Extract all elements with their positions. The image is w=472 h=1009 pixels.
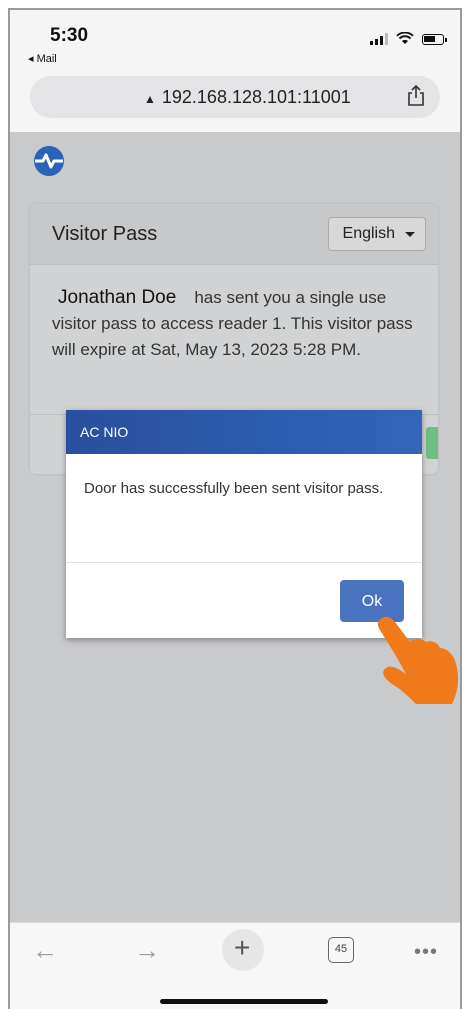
tab-count-button[interactable]: 45 bbox=[328, 937, 354, 963]
browser-toolbar: ← → + 45 ••• bbox=[10, 922, 460, 1009]
address-bar[interactable]: ▲ 192.168.128.101:11001 bbox=[30, 76, 440, 118]
share-icon[interactable] bbox=[406, 85, 426, 107]
status-bar: 5:30 ◂ Mail bbox=[10, 10, 460, 70]
url-text: 192.168.128.101:11001 bbox=[161, 87, 351, 107]
logo-icon bbox=[34, 146, 64, 176]
language-dropdown[interactable]: English bbox=[327, 217, 426, 251]
card-title: Visitor Pass bbox=[52, 223, 158, 245]
card-header: Visitor Pass English bbox=[30, 204, 438, 265]
open-door-button[interactable] bbox=[426, 427, 438, 459]
status-icons bbox=[370, 32, 447, 45]
status-time: 5:30 bbox=[50, 25, 89, 46]
new-tab-button[interactable]: + bbox=[222, 929, 264, 971]
card-message: Jonathan Doe has sent you a single use vi… bbox=[30, 265, 438, 383]
back-arrow-icon[interactable]: ← bbox=[32, 935, 58, 966]
dialog-title: AC NIO bbox=[66, 410, 422, 454]
dialog-message: Door has successfully been sent visitor … bbox=[66, 454, 422, 563]
home-indicator bbox=[160, 999, 328, 1004]
sender-name: Jonathan Doe bbox=[58, 287, 177, 308]
signal-icon bbox=[370, 33, 388, 45]
plus-icon: + bbox=[234, 932, 251, 963]
forward-arrow-icon[interactable]: → bbox=[134, 935, 160, 966]
warning-icon: ▲ bbox=[144, 92, 156, 106]
alert-dialog: AC NIO Door has successfully been sent v… bbox=[66, 410, 422, 638]
phone-frame: 5:30 ◂ Mail ▲ 192.168.128.101:11001 Visi… bbox=[8, 8, 462, 1009]
wifi-icon bbox=[396, 32, 414, 44]
battery-icon bbox=[422, 34, 447, 45]
back-to-mail-link[interactable]: ◂ Mail bbox=[28, 52, 57, 65]
language-label: English bbox=[342, 225, 395, 242]
more-options-icon[interactable]: ••• bbox=[414, 941, 438, 964]
pointing-hand-icon bbox=[377, 616, 459, 704]
address-bar-area: ▲ 192.168.128.101:11001 bbox=[10, 70, 460, 132]
caret-down-icon bbox=[405, 232, 415, 237]
